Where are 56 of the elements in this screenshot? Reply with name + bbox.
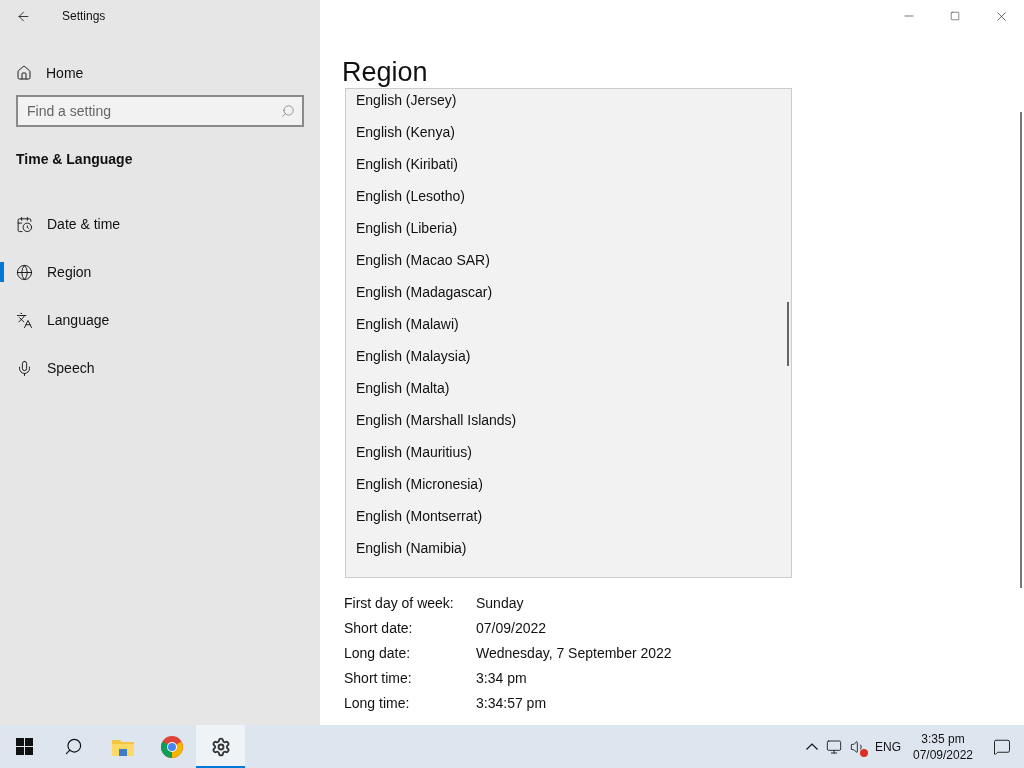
format-value: 3:34 pm (476, 669, 527, 688)
clock-time: 3:35 pm (921, 730, 965, 747)
nav-item[interactable]: Language (0, 296, 320, 344)
dropdown-option[interactable]: English (Malaysia) (346, 340, 791, 372)
restore-icon (950, 11, 960, 21)
windows-icon (16, 738, 33, 755)
dropdown-option[interactable]: English (Marshall Islands) (346, 404, 791, 436)
home-icon (16, 65, 32, 81)
notification-icon (993, 737, 1011, 756)
format-value: 07/09/2022 (476, 619, 547, 638)
dropdown-option[interactable]: English (Malawi) (346, 308, 791, 340)
format-label: Long time: (344, 694, 411, 713)
dropdown-option[interactable]: English (Liberia) (346, 212, 791, 244)
dropdown-option[interactable]: English (Mauritius) (346, 436, 791, 468)
gear-icon (210, 736, 231, 757)
clock[interactable]: 3:35 pm 07/09/2022 (906, 730, 980, 763)
format-label: First day of week: (344, 594, 455, 613)
home-link[interactable]: Home (16, 57, 320, 89)
search-field[interactable]: Find a setting (16, 95, 304, 127)
network-icon (826, 738, 842, 755)
calendar-icon (16, 215, 33, 233)
folder-icon (111, 737, 134, 756)
taskbar-button[interactable] (196, 725, 245, 768)
scroll-thumb[interactable] (787, 302, 789, 366)
nav-item[interactable]: Date & time (0, 200, 320, 248)
dropdown-option[interactable]: English (Kenya) (346, 116, 791, 148)
dropdown-option[interactable]: English (Micronesia) (346, 468, 791, 500)
format-label: Long date: (344, 644, 412, 663)
format-label: Short time: (344, 669, 413, 688)
dropdown-option[interactable]: English (Madagascar) (346, 276, 791, 308)
dropdown-option[interactable]: English (Lesotho) (346, 180, 791, 212)
page-title: Region (342, 56, 429, 89)
nav-item[interactable]: Speech (0, 344, 320, 392)
language-indicator[interactable]: ENG (870, 737, 906, 756)
globe-icon (16, 263, 33, 281)
chevron-icon (806, 743, 818, 750)
window-title: Settings (62, 8, 106, 25)
format-label: Short date: (344, 619, 414, 638)
format-value: 3:34:57 pm (476, 694, 547, 713)
search-icon (64, 737, 83, 756)
dropdown-option[interactable]: English (Malta) (346, 372, 791, 404)
dropdown-option[interactable]: English (Kiribati) (346, 148, 791, 180)
dropdown-option[interactable]: English (Jersey) (346, 89, 791, 116)
section-heading: Time & Language (16, 150, 134, 169)
language-icon (16, 311, 33, 329)
dropdown-option[interactable]: English (Macao SAR) (346, 244, 791, 276)
format-value: Wednesday, 7 September 2022 (476, 644, 672, 663)
back-button[interactable] (16, 8, 32, 24)
dropdown-option[interactable]: English (Namibia) (346, 532, 791, 564)
search-icon (281, 104, 295, 118)
clock-date: 07/09/2022 (912, 746, 974, 763)
microphone-icon (16, 359, 33, 377)
format-value: Sunday (476, 594, 524, 613)
dropdown-option[interactable]: English (Montserrat) (346, 500, 791, 532)
nav-item[interactable]: Region (0, 248, 320, 296)
chrome-icon (160, 735, 183, 758)
